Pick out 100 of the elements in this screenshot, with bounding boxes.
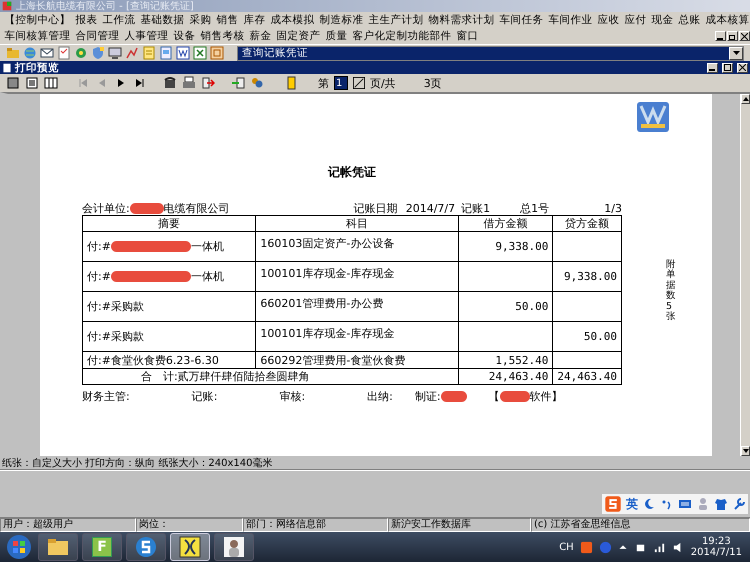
menu-item[interactable]: 成本模拟 [268, 13, 317, 27]
table-cell [552, 232, 622, 262]
table-cell: 付:#采购款 [82, 322, 256, 352]
taskbar-app[interactable] [38, 533, 78, 561]
signature-label: 制证: [414, 389, 441, 404]
sogou-logo-icon[interactable] [604, 495, 622, 513]
menu-item[interactable]: 物料需求计划 [426, 13, 497, 27]
keyboard-icon[interactable] [678, 497, 692, 511]
word-icon[interactable] [176, 46, 190, 60]
menu-item[interactable]: 人事管理 [122, 29, 171, 43]
excel-icon[interactable] [193, 46, 207, 60]
attachment-count: 附单据数5张 [666, 260, 676, 323]
clock-date: 2014/7/11 [690, 547, 742, 558]
menu-item[interactable]: 设备 [171, 29, 198, 43]
table-cell: 660292管理费用-食堂伙食费 [256, 352, 458, 368]
paper-info: 纸张：自定义大小 打印方向：纵向 纸张大小：240x140毫米 [2, 456, 272, 470]
taskbar-app[interactable] [214, 533, 254, 561]
checklist-icon[interactable] [57, 46, 71, 60]
restore-icon [729, 32, 736, 40]
minimize-button[interactable] [707, 62, 718, 72]
table-cell: 50.00 [458, 292, 553, 322]
table-cell: 付:#采购款 [82, 292, 256, 322]
menu-item[interactable]: 销售 [214, 13, 241, 27]
menu-item[interactable]: 质量 [323, 29, 350, 43]
menu-item[interactable]: 总账 [676, 13, 703, 27]
page-input[interactable]: 1 [334, 76, 348, 90]
menu-item[interactable]: 销售考核 [198, 29, 247, 43]
shirt-icon[interactable] [714, 497, 728, 511]
person-icon [223, 536, 245, 558]
unit-label: 会计单位: [82, 200, 130, 216]
menu-item[interactable]: 合同管理 [73, 29, 122, 43]
network-icon[interactable] [74, 46, 88, 60]
voucher-title: 记帐凭证 [326, 164, 377, 181]
input-mode[interactable]: 英 [626, 496, 638, 512]
language-indicator[interactable]: CH [559, 542, 574, 552]
menu-item[interactable]: 主生产计划 [366, 13, 426, 27]
document-icon[interactable] [159, 46, 173, 60]
scrollbar[interactable] [740, 94, 750, 456]
envelope-icon[interactable] [40, 46, 54, 60]
clock-time: 19:23 [702, 536, 731, 547]
multi-page-icon[interactable] [44, 76, 58, 90]
total-number: 总1号 [520, 200, 550, 216]
signature-label: 审核: [279, 389, 306, 404]
window-select[interactable]: 查询记账凭证 [237, 46, 744, 60]
table-cell: 付:# 一体机 [82, 232, 256, 262]
minimize-button[interactable] [715, 31, 726, 41]
table-cell [552, 352, 622, 368]
column-header: 贷方金额 [552, 216, 622, 232]
single-page-icon[interactable] [6, 76, 20, 90]
close-icon [741, 32, 748, 40]
unit-name: 电缆有限公司 [164, 200, 230, 216]
users-icon[interactable] [250, 76, 264, 90]
dropdown-caret-icon [732, 51, 740, 55]
start-button[interactable] [4, 533, 34, 561]
table-cell: 9,338.00 [458, 232, 553, 262]
export-icon[interactable] [210, 46, 224, 60]
menu-item[interactable]: 应付 [622, 13, 649, 27]
menu-item[interactable]: 现金 [649, 13, 676, 27]
document-icon [2, 62, 12, 72]
close-button[interactable] [739, 31, 750, 41]
window-title: 上海长航电缆有限公司 - [查询记账凭证] [16, 0, 194, 12]
two-page-icon[interactable] [25, 76, 39, 90]
menu-item[interactable]: 薪金 [247, 29, 274, 43]
printer-icon[interactable] [182, 76, 196, 90]
import-icon[interactable] [231, 76, 245, 90]
logo-icon [637, 102, 669, 132]
signature-label: 记账: [192, 389, 218, 404]
menu-item[interactable]: 【控制中心】 [2, 13, 73, 27]
menu-item[interactable]: 制造标准 [317, 13, 366, 27]
menu-item[interactable]: 库存 [241, 13, 268, 27]
close-button[interactable] [737, 62, 748, 72]
menu-item[interactable]: 客户化定制功能部件 [350, 29, 454, 43]
restore-button[interactable] [727, 31, 738, 41]
menu-item[interactable]: 工作流 [100, 13, 138, 27]
menu-item[interactable]: 应收 [595, 13, 622, 27]
exit-icon[interactable] [201, 76, 215, 90]
wrench-icon[interactable] [732, 497, 746, 511]
sogou-logo-icon[interactable] [580, 540, 593, 554]
table-cell: 24,463.40 [552, 368, 622, 384]
scroll-down-icon[interactable] [742, 449, 748, 453]
table-cell: 合 计:贰万肆仟肆佰陆拾叁圆肆角 [82, 368, 458, 384]
taskbar-app[interactable] [126, 533, 166, 561]
menu-item[interactable]: 基础数据 [138, 13, 187, 27]
menu-item[interactable]: 报表 [73, 13, 100, 27]
menu-item[interactable]: 车间作业 [546, 13, 595, 27]
phone-icon[interactable] [163, 76, 177, 90]
menu-item[interactable]: 采购 [187, 13, 214, 27]
menu-item[interactable]: 固定资产 [274, 29, 323, 43]
table-cell: 付:#食堂伙食费6.23-6.30 [82, 352, 256, 368]
menu-item[interactable]: 成本核算 [703, 13, 750, 27]
notepad-icon[interactable] [142, 46, 156, 60]
maximize-button[interactable] [722, 62, 733, 72]
menu-item[interactable]: 窗口 [454, 29, 481, 43]
table-cell: 1,552.40 [458, 352, 553, 368]
monitor-icon[interactable] [108, 46, 122, 60]
spinner-icon[interactable] [353, 76, 365, 90]
scroll-up-icon[interactable] [742, 97, 748, 101]
menu-item[interactable]: 车间核算管理 [2, 29, 73, 43]
moon-icon[interactable] [642, 497, 656, 511]
menu-item[interactable]: 车间任务 [497, 13, 546, 27]
